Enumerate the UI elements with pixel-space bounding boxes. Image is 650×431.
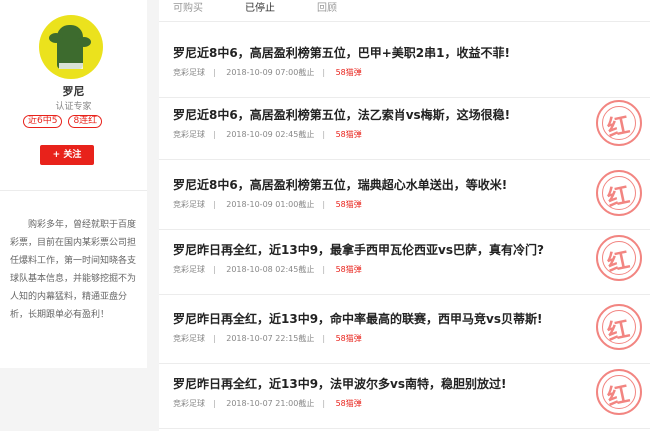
tab-available[interactable]: 可购买 xyxy=(173,0,231,21)
article-price: 58猫弹 xyxy=(335,130,362,139)
article-title[interactable]: 罗尼近8中6，高居盈利榜第五位，瑞典超心水单送出，等收米! xyxy=(173,176,507,193)
profile-card: 罗尼 认证专家 近6中5 8连红 + 关注 购彩多年，曾经就职于百度彩票，目前在… xyxy=(0,0,147,368)
article-category: 竞彩足球 xyxy=(173,68,205,77)
article-feed: 可购买 已停止 回顾 罗尼近8中6，高居盈利榜第五位，巴甲+美职2串1，收益不菲… xyxy=(159,0,650,431)
article-meta: 竞彩足球 | 2018-10-09 02:45截止 | 58猫弹 xyxy=(173,130,362,139)
streak-badge: 8连红 xyxy=(68,115,103,128)
article-meta: 竞彩足球 | 2018-10-07 21:00截止 | 58猫弹 xyxy=(173,399,362,408)
divider xyxy=(0,190,147,191)
profile-cert: 认证专家 xyxy=(55,102,92,112)
article-title[interactable]: 罗尼昨日再全红，近13中9，法甲波尔多vs南特，稳胆别放过! xyxy=(173,375,507,392)
article-category: 竞彩足球 xyxy=(173,399,205,408)
article-price: 58猫弹 xyxy=(335,200,362,209)
profile-badges: 近6中5 8连红 xyxy=(23,115,103,128)
article-price: 58猫弹 xyxy=(335,68,362,77)
article-category: 竞彩足球 xyxy=(173,265,205,274)
list-item[interactable]: 罗尼近8中6，高居盈利榜第五位，瑞典超心水单送出，等收米! 竞彩足球 | 2018… xyxy=(159,170,650,230)
article-title[interactable]: 罗尼近8中6，高居盈利榜第五位，巴甲+美职2串1，收益不菲! xyxy=(173,44,510,61)
list-item[interactable]: 罗尼近8中6，高居盈利榜第五位，法乙索肖vs梅斯，这场很稳! 竞彩足球 | 201… xyxy=(159,100,650,160)
article-price: 58猫弹 xyxy=(335,334,362,343)
article-meta: 竞彩足球 | 2018-10-08 02:45截止 | 58猫弹 xyxy=(173,265,362,274)
article-title[interactable]: 罗尼昨日再全红，近13中9，命中率最高的联赛，西甲马竞vs贝蒂斯! xyxy=(173,310,543,327)
page: 罗尼 认证专家 近6中5 8连红 + 关注 购彩多年，曾经就职于百度彩票，目前在… xyxy=(0,0,650,431)
article-price: 58猫弹 xyxy=(335,265,362,274)
article-time: 2018-10-07 21:00截止 xyxy=(226,399,315,408)
article-title[interactable]: 罗尼近8中6，高居盈利榜第五位，法乙索肖vs梅斯，这场很稳! xyxy=(173,106,510,123)
tab-bar: 可购买 已停止 回顾 xyxy=(159,0,650,22)
article-time: 2018-10-09 07:00截止 xyxy=(226,68,315,77)
article-time: 2018-10-08 02:45截止 xyxy=(226,265,315,274)
red-stamp-icon: 红 xyxy=(596,235,642,281)
red-stamp-icon: 红 xyxy=(596,369,642,415)
list-item[interactable]: 罗尼近8中6，高居盈利榜第五位，巴甲+美职2串1，收益不菲! 竞彩足球 | 201… xyxy=(159,40,650,98)
article-meta: 竞彩足球 | 2018-10-09 01:00截止 | 58猫弹 xyxy=(173,200,362,209)
follow-button[interactable]: + 关注 xyxy=(40,145,94,165)
profile-bio: 购彩多年，曾经就职于百度彩票，目前在国内某彩票公司担任爆料工作，第一时间知晓各支… xyxy=(10,220,137,320)
record-badge: 近6中5 xyxy=(23,115,63,128)
tab-review[interactable]: 回顾 xyxy=(317,0,375,21)
article-category: 竞彩足球 xyxy=(173,334,205,343)
article-time: 2018-10-09 01:00截止 xyxy=(226,200,315,209)
article-price: 58猫弹 xyxy=(335,399,362,408)
list-item[interactable]: 罗尼昨日再全红，近13中9，法甲波尔多vs南特，稳胆别放过! 竞彩足球 | 201… xyxy=(159,369,650,429)
profile-name[interactable]: 罗尼 xyxy=(0,83,147,99)
article-time: 2018-10-07 22:15截止 xyxy=(226,334,315,343)
article-meta: 竞彩足球 | 2018-10-09 07:00截止 | 58猫弹 xyxy=(173,68,362,77)
tab-stopped[interactable]: 已停止 xyxy=(245,0,303,21)
red-stamp-icon: 红 xyxy=(596,100,642,146)
list-item[interactable]: 罗尼昨日再全红，近13中9，最拿手西甲瓦伦西亚vs巴萨，真有冷门? 竞彩足球 | … xyxy=(159,235,650,295)
list-item[interactable]: 罗尼昨日再全红，近13中9，命中率最高的联赛，西甲马竞vs贝蒂斯! 竞彩足球 | … xyxy=(159,304,650,364)
article-title[interactable]: 罗尼昨日再全红，近13中9，最拿手西甲瓦伦西亚vs巴萨，真有冷门? xyxy=(173,241,544,258)
article-time: 2018-10-09 02:45截止 xyxy=(226,130,315,139)
red-stamp-icon: 红 xyxy=(596,304,642,350)
avatar[interactable] xyxy=(39,15,103,79)
red-stamp-icon: 红 xyxy=(596,170,642,216)
article-category: 竞彩足球 xyxy=(173,130,205,139)
article-meta: 竞彩足球 | 2018-10-07 22:15截止 | 58猫弹 xyxy=(173,334,362,343)
article-category: 竞彩足球 xyxy=(173,200,205,209)
